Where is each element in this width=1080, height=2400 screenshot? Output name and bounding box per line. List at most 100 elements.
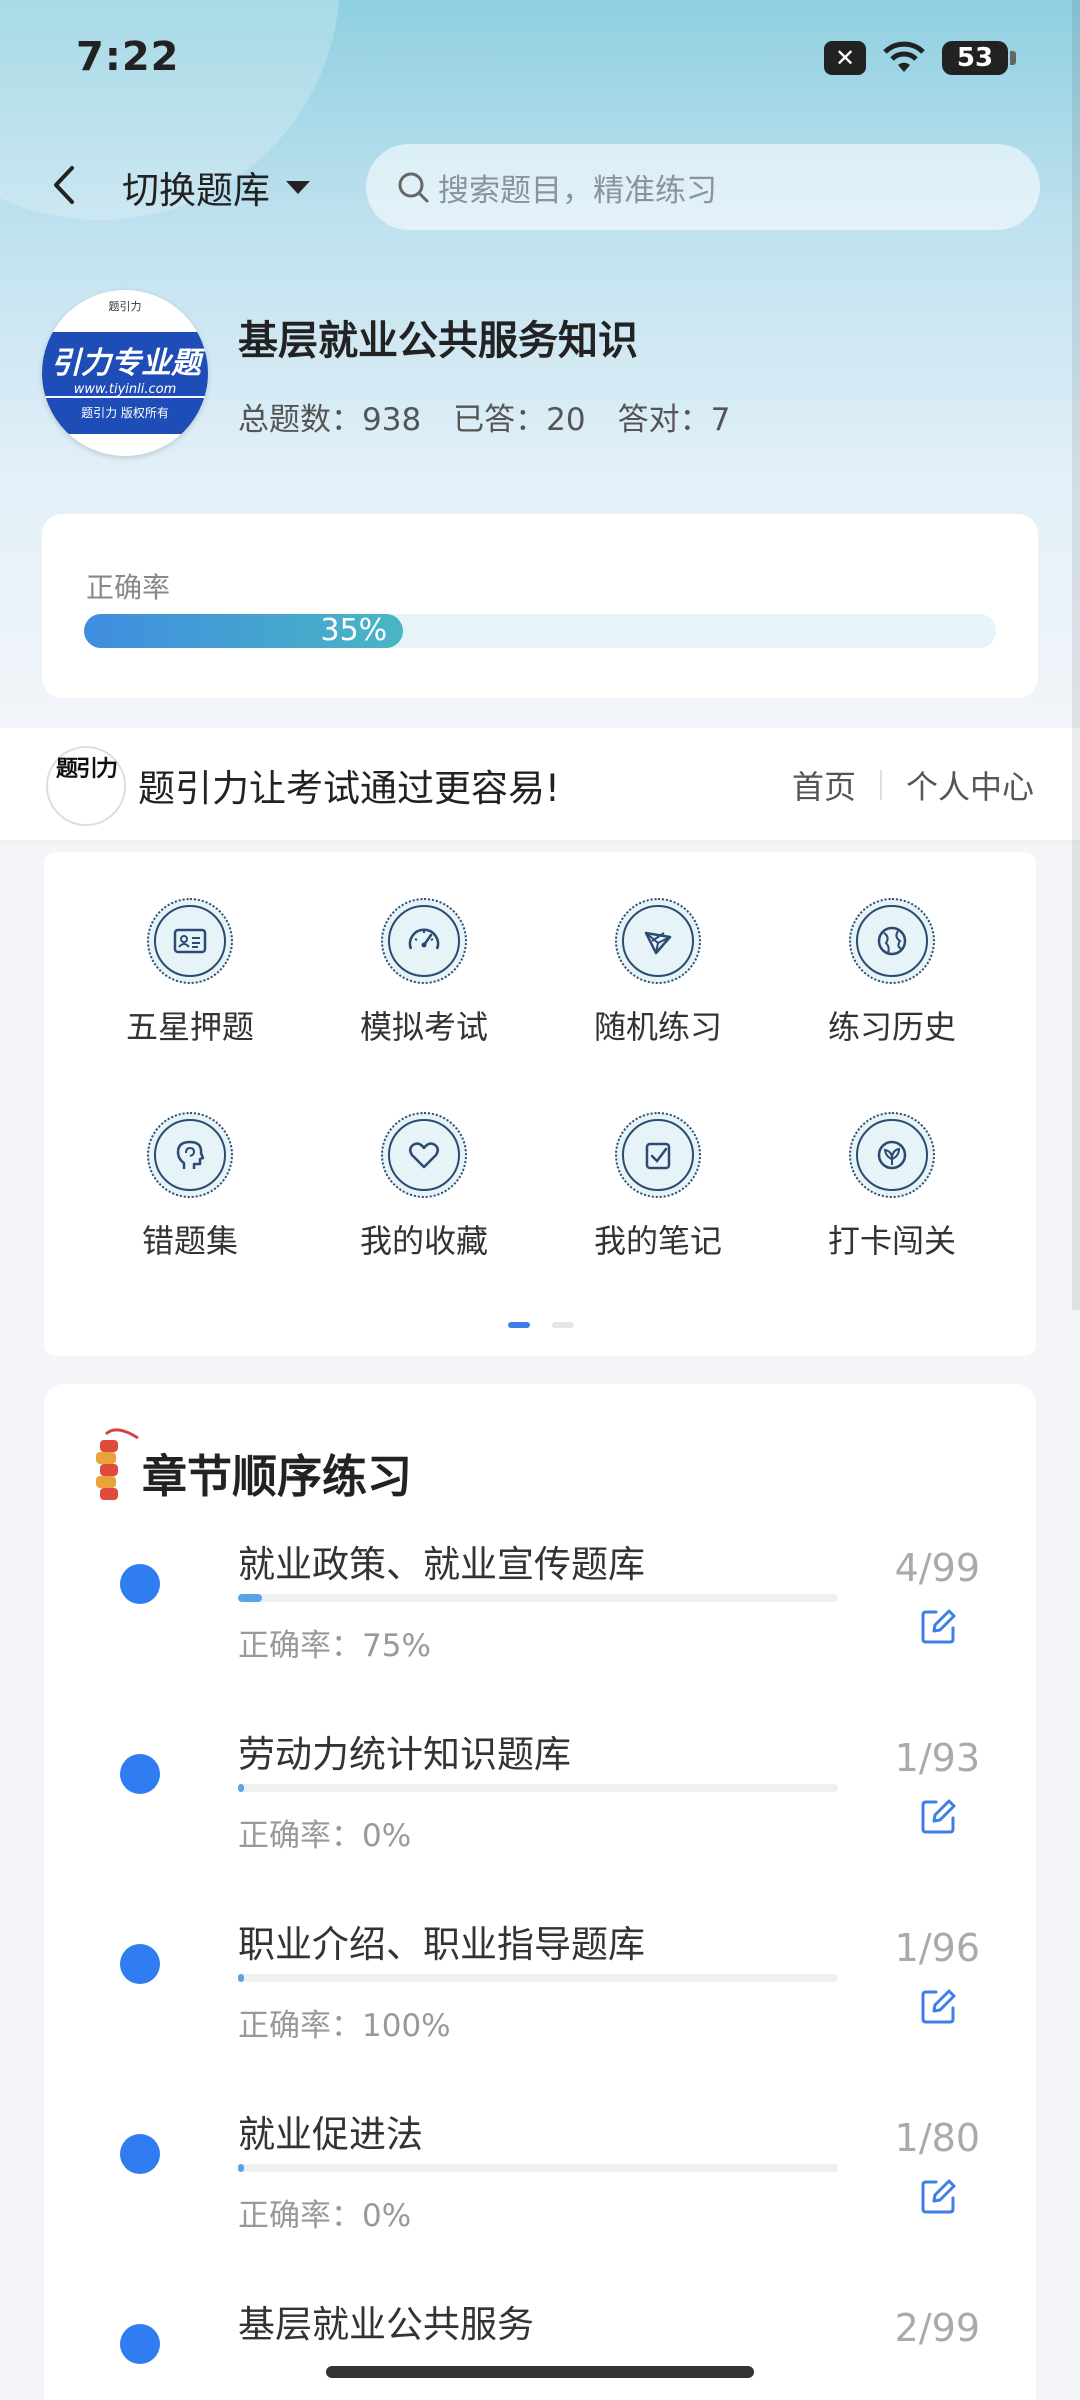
accuracy-card: 正确率 35% — [42, 514, 1038, 698]
top-navigation: 切换题库 搜索题目，精准练习 — [0, 140, 1080, 230]
chapter-count: 1/80 — [894, 2116, 980, 2160]
grid-item-label: 我的收藏 — [359, 1222, 488, 1260]
accuracy-progress-fill: 35% — [84, 613, 404, 648]
grid-item-history[interactable]: 练习历史 — [792, 898, 992, 1048]
chapter-count: 2/99 — [894, 2306, 980, 2350]
grid-item-mock-exam[interactable]: 模拟考试 — [324, 898, 524, 1048]
feature-grid: 五星押题 模拟考试 随机练习 练习历史 错题集 我的收藏 我的笔记 打卡闯关 — [44, 852, 1036, 1356]
bank-stats: 总题数：938 已答：20 答对：7 — [238, 394, 730, 439]
grid-item-five-star[interactable]: 五星押题 — [90, 898, 290, 1048]
chapter-name: 就业政策、就业宣传题库 — [238, 1543, 645, 1586]
edit-icon[interactable] — [918, 2176, 958, 2216]
bank-logo: 题引力 引力专业题 www.tiyinli.com 题引力 版权所有 — [42, 290, 208, 456]
chapter-name: 基层就业公共服务 — [238, 2303, 534, 2346]
bank-logo-top: 题引力 — [108, 300, 142, 313]
home-link[interactable]: 首页 — [792, 762, 856, 808]
accuracy-label: 正确率 — [86, 571, 171, 604]
question-bank-info: 题引力 引力专业题 www.tiyinli.com 题引力 版权所有 基层就业公… — [0, 290, 1080, 460]
leaf-icon — [877, 1140, 907, 1170]
grid-item-wrong-questions[interactable]: 错题集 — [90, 1112, 290, 1262]
battery-indicator: 53 — [942, 41, 1016, 75]
grid-item-label: 练习历史 — [827, 1008, 956, 1046]
id-card-icon — [173, 928, 207, 954]
chapter-progress — [238, 2164, 838, 2172]
edit-icon[interactable] — [918, 1796, 958, 1836]
bank-title: 基层就业公共服务知识 — [238, 318, 638, 364]
chapter-row[interactable]: 基层就业公共服务 2/99 — [44, 2294, 1036, 2400]
switch-bank-dropdown[interactable]: 切换题库 — [122, 160, 310, 214]
grid-item-favorites[interactable]: 我的收藏 — [324, 1112, 524, 1262]
chapter-name: 劳动力统计知识题库 — [238, 1733, 571, 1776]
heart-icon — [409, 1142, 439, 1169]
chapter-name: 职业介绍、职业指导题库 — [238, 1923, 645, 1966]
chapter-progress — [238, 1594, 838, 1602]
chapter-accuracy: 正确率：0% — [238, 2198, 412, 2234]
grid-item-label: 模拟考试 — [359, 1008, 488, 1046]
chapter-count: 4/99 — [894, 1546, 980, 1590]
globe-icon — [877, 926, 907, 956]
chapter-row[interactable]: 劳动力统计知识题库正确率：0% 1/93 — [44, 1724, 1036, 1914]
wifi-icon — [883, 41, 925, 72]
chapter-status-dot — [120, 1754, 160, 1794]
grid-item-label: 打卡闯关 — [827, 1222, 956, 1260]
chapter-progress — [238, 1974, 838, 1982]
bank-logo-url: www.tiyinli.com — [73, 382, 177, 397]
chapter-name: 就业促进法 — [238, 2113, 423, 2156]
chapter-practice-card: 章节顺序练习 就业政策、就业宣传题库 正确率：75% 4/99 劳动力统计知识题库 正确… — [44, 1384, 1036, 2400]
chapter-progress-fill — [238, 1594, 262, 1602]
chapter-progress-fill — [238, 1784, 244, 1792]
back-arrow-icon[interactable] — [44, 160, 84, 210]
link-divider — [879, 770, 882, 800]
chapter-status-dot — [120, 1564, 160, 1604]
grid-item-notes[interactable]: 我的笔记 — [558, 1112, 758, 1262]
profile-link[interactable]: 个人中心 — [906, 762, 1034, 808]
head-icon — [176, 1140, 205, 1169]
scrollbar[interactable] — [1072, 0, 1080, 1310]
correct-count: 答对：7 — [617, 402, 731, 438]
page-dot-active — [508, 1322, 530, 1328]
chapter-progress — [238, 1784, 838, 1792]
brand-logo: 题引力 — [46, 746, 126, 826]
caret-down-icon — [286, 180, 310, 194]
grid-item-random-practice[interactable]: 随机练习 — [558, 898, 758, 1048]
switch-bank-label: 切换题库 — [122, 169, 270, 212]
answered-count: 已答：20 — [453, 402, 586, 438]
chapter-status-dot — [120, 2134, 160, 2174]
grid-item-label: 错题集 — [141, 1222, 238, 1260]
page-dot — [552, 1322, 574, 1328]
grid-item-label: 我的笔记 — [593, 1222, 722, 1260]
accuracy-percent: 35% — [320, 613, 388, 648]
chapter-accuracy: 正确率：75% — [238, 1628, 431, 1664]
total-count: 总题数：938 — [238, 402, 422, 438]
chapter-count: 1/96 — [894, 1926, 980, 1970]
search-input[interactable]: 搜索题目，精准练习 — [366, 144, 1040, 230]
chapter-status-dot — [120, 1944, 160, 1984]
grid-item-label: 五星押题 — [125, 1008, 254, 1046]
status-bar: 7:22 ✕ 53 — [0, 0, 1080, 120]
edit-icon[interactable] — [918, 1606, 958, 1646]
bank-logo-bottom: 题引力 版权所有 — [81, 406, 169, 420]
home-indicator[interactable] — [326, 2366, 754, 2378]
chapter-row[interactable]: 职业介绍、职业指导题库正确率：100% 1/96 — [44, 1914, 1036, 2104]
chapter-accuracy: 正确率：0% — [238, 1818, 412, 1854]
note-check-icon — [645, 1142, 671, 1170]
firecracker-icon — [96, 1428, 139, 1500]
search-icon — [398, 172, 429, 203]
chapter-accuracy: 正确率：100% — [238, 2008, 451, 2044]
chapter-progress-fill — [238, 2164, 244, 2172]
accuracy-progress: 35% — [84, 614, 996, 648]
chapter-row[interactable]: 就业促进法正确率：0% 1/80 — [44, 2104, 1036, 2294]
search-placeholder: 搜索题目，精准练习 — [438, 172, 717, 209]
chapter-count: 1/93 — [894, 1736, 980, 1780]
brand-slogan: 题引力让考试通过更容易! — [138, 767, 560, 810]
brand-banner: 题引力 题引力让考试通过更容易! 首页 个人中心 — [0, 728, 1080, 840]
speedometer-icon — [408, 928, 440, 950]
chapter-status-dot — [120, 2324, 160, 2364]
status-time: 7:22 — [76, 34, 180, 80]
notification-x-icon: ✕ — [824, 41, 866, 75]
brand-logo-text: 题引力 — [56, 757, 118, 782]
bank-logo-text: 引力专业题 — [51, 346, 201, 381]
grid-item-check-in[interactable]: 打卡闯关 — [792, 1112, 992, 1262]
edit-icon[interactable] — [918, 1986, 958, 2026]
chapter-row[interactable]: 就业政策、就业宣传题库正确率：75% 4/99 — [44, 1534, 1036, 1724]
